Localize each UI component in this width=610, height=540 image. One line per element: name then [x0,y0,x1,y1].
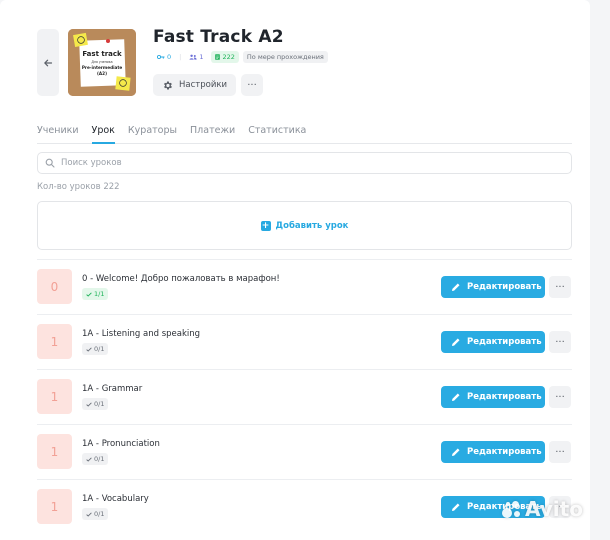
list-item[interactable]: 0 0 - Welcome! Добро пожаловать в марафо… [37,259,572,314]
cover-title: Fast track [82,50,122,58]
access-mode-badge: По мере прохождения [242,51,328,63]
add-lesson-label: Добавить урок [275,220,349,231]
divider: | [179,53,182,61]
avito-watermark: Avito [500,497,583,521]
lesson-progress-badge: 0/1 [82,398,109,410]
pencil-icon [452,283,460,291]
edit-button-label: Редактировать [467,282,542,292]
edit-button-label: Редактировать [467,337,542,347]
lesson-title[interactable]: 1A - Pronunciation [82,439,160,449]
lesson-search [37,152,572,174]
pencil-icon [452,393,460,401]
edit-lesson-button[interactable]: Редактировать [441,276,545,298]
settings-button[interactable]: Настройки [153,74,236,96]
pencil-icon [452,338,460,346]
lessons-stat: 222 [211,51,239,63]
lesson-progress: 0/1 [94,455,105,463]
check-icon [86,511,92,517]
add-lesson-button[interactable]: + Добавить урок [37,201,572,250]
cover-subtitle: Для ученика [91,60,112,64]
access-keys-count: 0 [167,53,172,61]
gear-icon [164,81,172,89]
edit-lesson-button[interactable]: Редактировать [441,331,545,353]
search-input[interactable] [61,158,541,168]
cover-illustration: Fast track Для ученика Pre-intermediate … [68,29,136,96]
lesson-progress: 0/1 [94,510,105,518]
lesson-title[interactable]: 1A - Vocabulary [82,494,149,504]
lesson-more-button[interactable]: ··· [549,331,571,353]
students-stat: 1 [185,51,207,63]
course-page: Fast track Для ученика Pre-intermediate … [0,0,590,540]
lesson-list: 0 0 - Welcome! Добро пожаловать в марафо… [37,259,572,534]
page-title: Fast Track A2 [153,27,284,47]
lesson-progress: 1/1 [94,290,105,298]
edit-button-label: Редактировать [467,447,542,457]
tab-students[interactable]: Ученики [37,125,79,144]
arrow-left-icon [44,59,53,66]
edit-lesson-button[interactable]: Редактировать [441,386,545,408]
tab-curators[interactable]: Кураторы [128,125,177,144]
list-item[interactable]: 1 1A - Pronunciation 0/1 Редактировать ·… [37,424,572,479]
list-item[interactable]: 1 1A - Grammar 0/1 Редактировать ··· [37,369,572,424]
document-icon [215,54,221,60]
watermark-text: Avito [525,497,583,521]
cover-level: Pre-intermediate [82,65,122,70]
search-icon [45,158,55,168]
edit-button-label: Редактировать [467,392,542,402]
cover-level-code: (A2) [97,71,107,76]
avito-logo-icon [500,498,522,520]
lesson-progress-badge: 0/1 [82,453,109,465]
course-stats: 0 | 1 222 По мере прохождения [153,51,328,63]
course-more-button[interactable]: ··· [241,74,263,96]
users-icon [189,54,197,60]
list-item[interactable]: 1 1A - Listening and speaking 0/1 Редакт… [37,314,572,369]
lesson-number: 1 [37,489,72,524]
tab-statistics[interactable]: Статистика [248,125,306,144]
settings-button-label: Настройки [179,80,228,90]
check-icon [86,291,92,297]
plus-icon: + [260,220,271,231]
lesson-title[interactable]: 1A - Grammar [82,384,142,394]
lesson-number: 1 [37,379,72,414]
lesson-more-button[interactable]: ··· [549,441,571,463]
lesson-number: 1 [37,434,72,469]
course-cover-image: Fast track Для ученика Pre-intermediate … [68,29,136,96]
course-tabs: Ученики Урок Кураторы Платежи Статистика [37,125,572,144]
lesson-more-button[interactable]: ··· [549,386,571,408]
lesson-progress-badge: 0/1 [82,343,109,355]
lesson-title[interactable]: 0 - Welcome! Добро пожаловать в марафон! [82,274,280,284]
pencil-icon [452,448,460,456]
pencil-icon [452,503,460,511]
lesson-progress: 0/1 [94,400,105,408]
access-keys-stat: 0 [153,51,175,63]
check-icon [86,401,92,407]
tab-payments[interactable]: Платежи [190,125,235,144]
lessons-count: 222 [222,53,235,61]
lesson-title[interactable]: 1A - Listening and speaking [82,329,200,339]
check-icon [86,456,92,462]
lesson-number: 1 [37,324,72,359]
lesson-more-button[interactable]: ··· [549,276,571,298]
lesson-number: 0 [37,269,72,304]
list-item[interactable]: 1 1A - Vocabulary 0/1 Редактировать ··· [37,479,572,534]
lesson-progress-badge: 1/1 [82,288,109,300]
check-icon [86,346,92,352]
lesson-count: Кол-во уроков 222 [37,182,120,192]
edit-lesson-button[interactable]: Редактировать [441,441,545,463]
key-icon [157,54,165,60]
tab-lessons[interactable]: Урок [91,125,115,144]
lesson-progress-badge: 0/1 [82,508,109,520]
lesson-progress: 0/1 [94,345,105,353]
students-count: 1 [199,53,204,61]
back-button[interactable] [37,29,59,96]
